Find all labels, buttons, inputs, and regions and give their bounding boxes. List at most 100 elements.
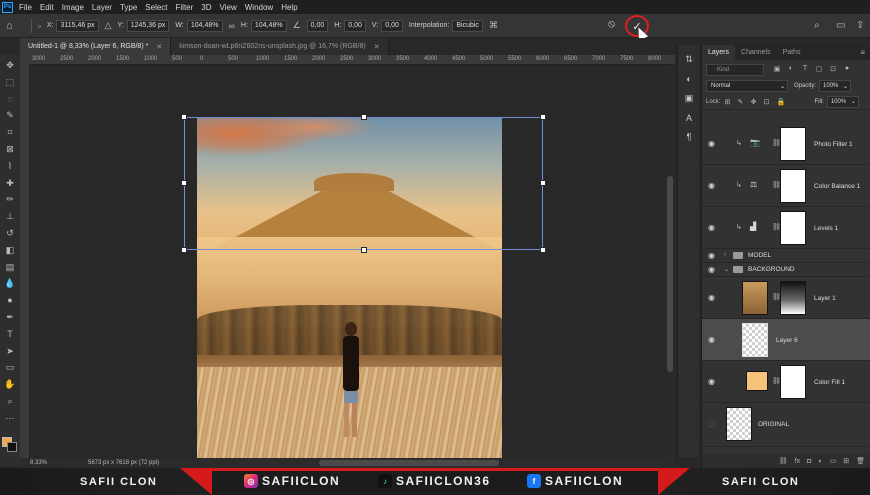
reference-point-icon[interactable]: ▫ xyxy=(38,21,41,31)
tab-kimson[interactable]: kimson-doan-wLp6nZ602ns-unsplash.jpg @ 1… xyxy=(171,38,389,55)
layer-name[interactable]: Levels 1 xyxy=(814,225,838,232)
quick-select-tool-icon[interactable]: ✎ xyxy=(3,108,17,122)
eye-icon[interactable]: ◉ xyxy=(708,265,715,274)
menu-type[interactable]: Type xyxy=(120,3,137,12)
tab-channels[interactable]: Channels xyxy=(735,45,777,60)
angle-field[interactable]: 0,00 xyxy=(306,19,329,32)
transform-handle[interactable] xyxy=(181,180,187,186)
type-tool-icon[interactable]: T xyxy=(3,327,17,341)
delta-icon[interactable]: △ xyxy=(105,20,112,31)
new-layer-icon[interactable]: ⊞ xyxy=(843,457,849,465)
interpolation-select[interactable]: Bicubic xyxy=(452,19,483,32)
layer-name[interactable]: ORIGINAL xyxy=(758,421,789,428)
history-brush-icon[interactable]: ↺ xyxy=(3,226,17,240)
character-icon[interactable]: A xyxy=(678,113,700,123)
horizontal-scrollbar-thumb[interactable] xyxy=(319,460,499,466)
cancel-transform-icon[interactable]: ⦸ xyxy=(608,18,615,31)
layer-row-color-balance[interactable]: ◉ ↳ ⚖ ⛓ Color Balance 1 xyxy=(702,165,870,207)
share-icon[interactable]: ⇪ xyxy=(856,20,864,31)
eyedropper-tool-icon[interactable]: ⌇ xyxy=(3,159,17,173)
smart-object-filter-icon[interactable]: ⊡ xyxy=(826,65,840,76)
eye-icon[interactable]: ◉ xyxy=(708,377,715,386)
lock-position-icon[interactable]: ✥ xyxy=(751,99,757,106)
filter-toggle-icon[interactable]: ● xyxy=(840,65,854,76)
layer-row-levels[interactable]: ◉ ↳ ▟ ⛓ Levels 1 xyxy=(702,207,870,249)
close-icon[interactable]: ✕ xyxy=(374,43,380,51)
healing-tool-icon[interactable]: ✚ xyxy=(3,176,17,190)
transform-handle[interactable] xyxy=(181,247,187,253)
height-field[interactable]: 104,48% xyxy=(250,19,287,32)
layer-thumbnail[interactable] xyxy=(742,323,768,357)
layer-row-layer-6[interactable]: ◉ Layer 6 xyxy=(702,319,870,361)
layer-row-color-fill[interactable]: ◉ ⛓ Color Fill 1 xyxy=(702,361,870,403)
menu-select[interactable]: Select xyxy=(145,3,167,12)
add-mask-icon[interactable]: ◘ xyxy=(807,458,811,465)
layer-mask-thumbnail[interactable] xyxy=(780,365,806,399)
tab-paths[interactable]: Paths xyxy=(777,45,807,60)
layer-row-layer-1[interactable]: ◉ ⛓ Layer 1 xyxy=(702,277,870,319)
eye-icon[interactable]: ◉ xyxy=(708,293,715,302)
menu-image[interactable]: Image xyxy=(62,3,84,12)
marquee-tool-icon[interactable]: ⬚ xyxy=(3,75,17,89)
home-icon[interactable]: ⌂ xyxy=(6,20,13,32)
layer-group-model[interactable]: ◉ › MODEL xyxy=(702,249,870,263)
layer-thumbnail[interactable] xyxy=(742,281,768,315)
eye-icon[interactable]: ◉ xyxy=(708,251,715,260)
panel-menu-icon[interactable]: ≡ xyxy=(860,48,865,57)
layer-mask-thumbnail[interactable] xyxy=(780,127,806,161)
workspace-icon[interactable]: ▭ xyxy=(836,20,845,31)
frame-tool-icon[interactable]: ⊠ xyxy=(3,142,17,156)
search-icon[interactable]: ⌕ xyxy=(814,20,820,31)
transform-handle[interactable] xyxy=(540,247,546,253)
eye-icon[interactable]: ◉ xyxy=(708,335,715,344)
layer-name[interactable]: Layer 6 xyxy=(776,337,798,344)
crop-tool-icon[interactable]: ⌗ xyxy=(3,125,17,139)
layer-mask-thumbnail[interactable] xyxy=(780,211,806,245)
layer-group-background[interactable]: ◉ ⌄ BACKGROUND xyxy=(702,263,870,277)
blend-mode-select[interactable]: Normal ⌄ xyxy=(706,80,788,92)
lasso-tool-icon[interactable]: ◌ xyxy=(3,92,17,106)
eye-icon[interactable]: ◉ xyxy=(708,139,715,148)
x-position-field[interactable]: 3115,46 px xyxy=(56,19,99,32)
eye-hidden-icon[interactable]: ▢ xyxy=(708,419,716,428)
layer-name[interactable]: Color Balance 1 xyxy=(814,183,860,190)
h-skew-field[interactable]: 0,00 xyxy=(344,19,366,32)
zoom-tool-icon[interactable]: ⌕ xyxy=(3,394,17,408)
tab-untitled[interactable]: Untitled-1 @ 8,33% (Layer 6, RGB/8) * ✕ xyxy=(20,38,172,55)
menu-view[interactable]: View xyxy=(220,3,237,12)
eye-icon[interactable]: ◉ xyxy=(708,181,715,190)
new-adjustment-icon[interactable]: ◐ xyxy=(818,458,822,465)
more-tools-icon[interactable]: ⋯ xyxy=(3,411,17,425)
blur-tool-icon[interactable]: 💧 xyxy=(3,276,17,290)
stamp-tool-icon[interactable]: ⊥ xyxy=(3,209,17,223)
transform-handle[interactable] xyxy=(540,180,546,186)
fill-field[interactable]: 100% ⌄ xyxy=(826,95,859,108)
shape-tool-icon[interactable]: ▭ xyxy=(3,360,17,374)
layer-thumbnail[interactable] xyxy=(726,407,752,441)
menu-file[interactable]: File xyxy=(19,3,32,12)
layer-mask-thumbnail[interactable] xyxy=(780,281,806,315)
menu-layer[interactable]: Layer xyxy=(92,3,112,12)
fx-icon[interactable]: fx xyxy=(795,458,800,465)
lock-artboard-icon[interactable]: ⊡ xyxy=(764,99,770,106)
y-position-field[interactable]: 1245,36 px xyxy=(126,19,170,32)
path-select-icon[interactable]: ➤ xyxy=(3,344,17,358)
menu-edit[interactable]: Edit xyxy=(40,3,54,12)
menu-3d[interactable]: 3D xyxy=(201,3,211,12)
layer-name[interactable]: Photo Filter 1 xyxy=(814,141,853,148)
hand-tool-icon[interactable]: ✋ xyxy=(3,377,17,391)
adjustments-icon[interactable]: ◐ xyxy=(678,74,700,84)
link-icon[interactable]: ∞ xyxy=(229,21,235,31)
chevron-down-icon[interactable]: ⌄ xyxy=(724,266,729,273)
fill-color-thumbnail[interactable] xyxy=(746,371,768,391)
warp-icon[interactable]: ⌘ xyxy=(489,20,498,31)
menu-window[interactable]: Window xyxy=(245,3,273,12)
transform-handle[interactable] xyxy=(361,114,367,120)
layer-name[interactable]: BACKGROUND xyxy=(748,266,795,273)
transform-handle[interactable] xyxy=(361,247,367,253)
gradient-tool-icon[interactable]: ▤ xyxy=(3,260,17,274)
layer-mask-thumbnail[interactable] xyxy=(780,169,806,203)
dodge-tool-icon[interactable]: ● xyxy=(3,293,17,307)
pixel-filter-icon[interactable]: ▣ xyxy=(770,65,784,76)
properties-icon[interactable]: ⇅ xyxy=(678,54,700,65)
